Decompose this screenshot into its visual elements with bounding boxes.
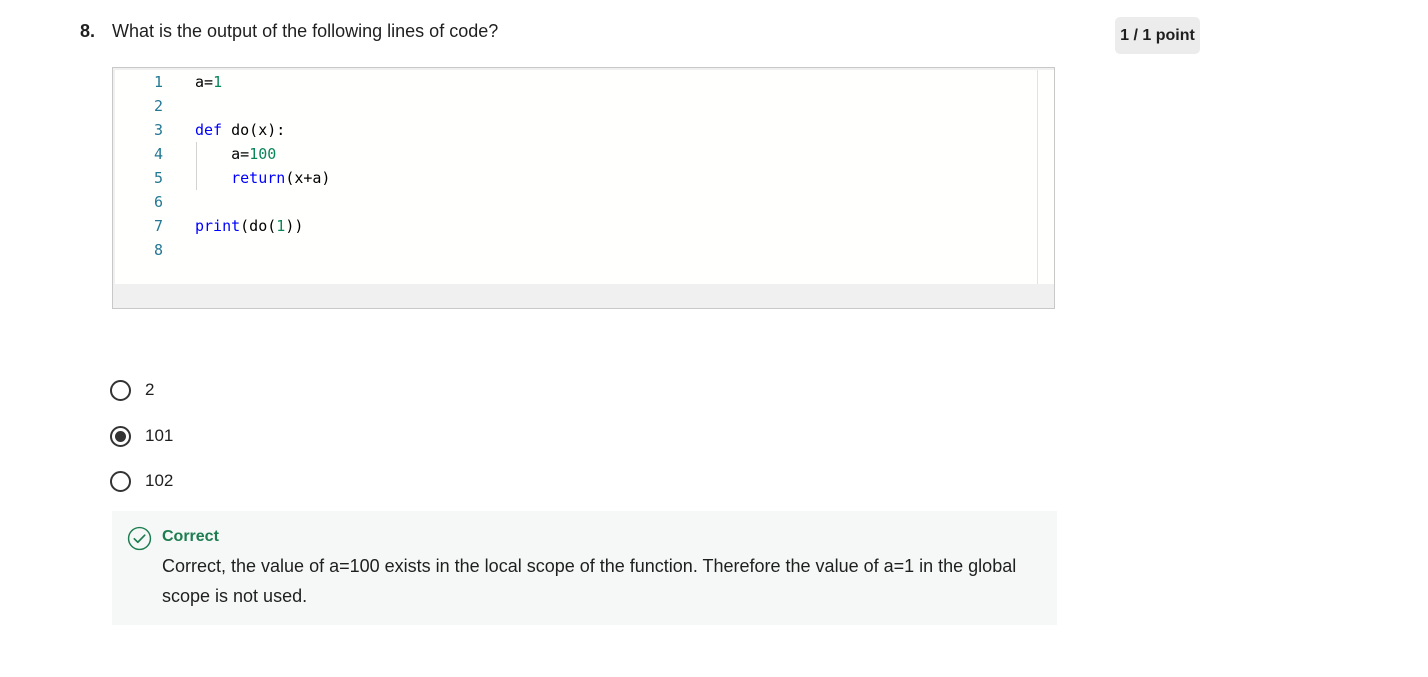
radio-button[interactable] bbox=[110, 470, 131, 492]
code-text: return(x+a) bbox=[231, 169, 331, 187]
question-text: What is the output of the following line… bbox=[112, 21, 499, 41]
line-number: 8 bbox=[153, 241, 163, 259]
line-number: 3 bbox=[153, 121, 163, 139]
feedback-status: Correct bbox=[162, 528, 219, 545]
option-label: 101 bbox=[145, 426, 174, 445]
line-number: 6 bbox=[153, 193, 163, 211]
line-number: 1 bbox=[153, 73, 163, 91]
code-editor[interactable]: 1 a=1 2 3 def do(x): 4 a=100 5 return(x+… bbox=[115, 70, 1038, 284]
line-number: 7 bbox=[153, 217, 163, 235]
radio-button-selected[interactable] bbox=[110, 425, 131, 447]
line-number: 4 bbox=[153, 145, 163, 163]
code-text: print(do(1)) bbox=[195, 217, 304, 235]
option-102[interactable]: 102 bbox=[110, 467, 173, 495]
radio-button[interactable] bbox=[110, 379, 131, 401]
feedback-message: Correct, the value of a=100 exists in th… bbox=[162, 556, 1017, 606]
question-number: 8. bbox=[80, 21, 96, 41]
check-circle-icon bbox=[127, 526, 152, 551]
points-badge: 1 / 1 point bbox=[1115, 17, 1200, 54]
radio-dot bbox=[115, 430, 126, 442]
code-block: 1 a=1 2 3 def do(x): 4 a=100 5 return(x+… bbox=[112, 67, 1055, 309]
code-scrollbar[interactable] bbox=[1037, 70, 1054, 284]
option-label: 2 bbox=[145, 380, 155, 399]
code-text: a=100 bbox=[195, 145, 277, 163]
line-number: 2 bbox=[153, 97, 163, 115]
option-101[interactable]: 101 bbox=[110, 422, 173, 450]
line-number: 5 bbox=[153, 169, 163, 187]
option-2[interactable]: 2 bbox=[110, 376, 154, 404]
option-label: 102 bbox=[145, 471, 174, 490]
code-text: a=1 bbox=[195, 73, 223, 91]
feedback-panel: Correct Correct, the value of a=100 exis… bbox=[112, 511, 1057, 625]
code-text: def do(x): bbox=[195, 121, 286, 139]
